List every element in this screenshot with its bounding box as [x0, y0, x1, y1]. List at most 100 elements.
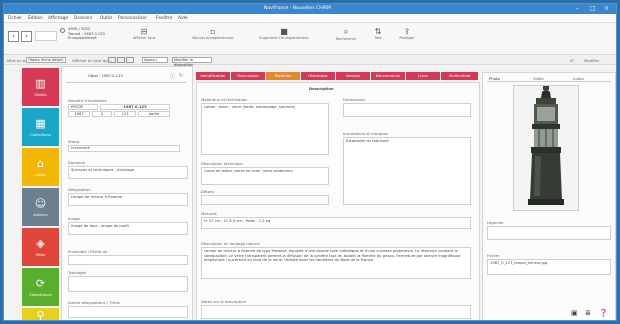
section-title: Description [309, 86, 334, 91]
show-all-button[interactable]: ⊟ Afficher tout [122, 27, 166, 40]
menu-item[interactable]: Affichage [48, 16, 68, 21]
summary-field[interactable]: Lampe de mineur à flamme de type Marsaut… [201, 247, 471, 279]
inscriptions-field[interactable]: Estampille du fabricant [343, 137, 471, 205]
sidebar-item-statistiques[interactable]: ⟳ Statistiques [22, 268, 59, 306]
object-photo[interactable] [513, 85, 579, 211]
part-field-3[interactable]: partie [138, 111, 170, 117]
refresh-icon[interactable]: ↻ [179, 73, 183, 79]
menu-item[interactable]: Fenêtre [156, 16, 172, 21]
form-view-icon[interactable] [108, 57, 116, 63]
list-icon[interactable]: ≣ [585, 309, 591, 317]
menu-item[interactable]: Fichier [8, 16, 22, 21]
toolbar: ‹ › 4950 / 3022 Trouvé : 1987.0.123 Enre… [4, 23, 616, 55]
domain-field[interactable]: Sciences et techniques ; éclairage [68, 166, 188, 179]
title-bar: Navifrance · Nouvelles CHIRM – □ × [4, 4, 616, 14]
next-record-button[interactable]: › [21, 31, 32, 42]
share-icon: ⇪ [403, 27, 411, 36]
boxes-icon: ▦ [35, 117, 46, 130]
menu-item[interactable]: Aide [178, 16, 188, 21]
legend-field[interactable] [487, 226, 611, 240]
layout-select[interactable]: Objets (fiche détail) [26, 57, 66, 63]
tab-photo[interactable]: Photo [489, 76, 500, 81]
plus-icon: ▫ [210, 27, 216, 36]
year-field[interactable]: 1987 [68, 111, 90, 117]
record-slider-icon[interactable] [60, 28, 65, 33]
media-tabs: Photo Vidéo Audio [487, 75, 611, 82]
dimensions-field[interactable] [343, 103, 471, 117]
close-icon[interactable]: × [604, 5, 609, 12]
inventory-number-field[interactable]: 1987.0.123 [100, 104, 170, 110]
sort-button[interactable]: ⇅ Trier [364, 27, 392, 40]
minimize-icon[interactable]: – [576, 5, 579, 12]
museum-icon: ▥ [35, 77, 46, 90]
technique-field[interactable]: Corps en laiton, tamis en acier, verre p… [201, 167, 329, 185]
edit-toolbar-link[interactable]: Modifier [584, 58, 599, 63]
new-record-button[interactable]: ▫ Nouvel enregistrement [188, 27, 238, 40]
tag-icon: ◈ [36, 237, 45, 250]
menu-item[interactable]: Édition [28, 16, 43, 21]
tab-identification[interactable]: Identification [196, 72, 230, 80]
camera-icon[interactable]: ▣ [571, 309, 578, 317]
tab-gestion[interactable]: Gestion [336, 72, 370, 80]
sidebar-item-mots[interactable]: ◈ Mots [22, 228, 59, 266]
materials-field[interactable]: Laiton ; acier ; verre (fonte, estampage… [201, 103, 329, 155]
menu-item[interactable]: Outils [100, 16, 112, 21]
status-field[interactable]: Inventorié [68, 145, 180, 152]
designation-field[interactable]: Lampe de mineur à flamme [68, 193, 188, 206]
detail-field[interactable] [201, 195, 329, 205]
measures-field[interactable]: H. 27 cm ; D. 8,5 cm ; Poids : 1,2 kg [201, 217, 471, 229]
record-number-input[interactable] [35, 31, 57, 41]
house-icon: ⌂ [37, 157, 44, 170]
tab-materiau[interactable]: Matériau [266, 72, 300, 80]
previous-record-button[interactable]: ‹ [8, 31, 19, 42]
find-button[interactable]: ⌕ Rechercher [326, 27, 366, 41]
edit-layout-button[interactable]: Modifier la disposition [172, 57, 212, 67]
other-designations-field[interactable] [68, 306, 188, 318]
menu-item[interactable]: Dossiers [74, 16, 92, 21]
find-icon: ⌕ [343, 27, 349, 36]
tab-multimedia[interactable]: Multimédia [441, 72, 478, 80]
person-icon: ☺ [34, 197, 47, 210]
cycle-icon: ⟳ [35, 277, 46, 290]
prefix-field[interactable]: PRCDE [68, 104, 98, 110]
format-label[interactable]: A² [570, 58, 574, 63]
description-panel: Description Matériaux et techniques Lait… [196, 82, 480, 320]
linked-objects-field[interactable] [68, 255, 188, 265]
preview-button[interactable]: Aperçu [142, 57, 168, 63]
delete-record-button[interactable]: ■ Supprimer l'enregistrement [254, 27, 314, 40]
part-field-1[interactable]: 0 [92, 111, 112, 117]
image-field[interactable]: Image de face ; image de profil [68, 222, 188, 235]
window-title: Navifrance · Nouvelles CHIRM [264, 6, 331, 11]
record-tabs: Identification Description Matériau Hist… [196, 72, 478, 80]
part-field-2[interactable]: 123 [114, 111, 136, 117]
module-sidebar: ▥ Objets ▦ Collections ⌂ Lieux ☺ Acteurs… [4, 66, 59, 320]
maximize-icon[interactable]: □ [590, 5, 596, 12]
sidebar-item-recherche[interactable]: ⚲ [22, 308, 59, 320]
media-panel: Photo Vidéo Audio Légende Fichier 1987_0… [482, 72, 616, 320]
help-icon[interactable]: ❓ [599, 309, 608, 317]
notes-field[interactable] [201, 305, 471, 319]
tab-mouvements[interactable]: Mouvements [371, 72, 405, 80]
record-header: Objet : 1987.0.123 ⓘ ↻ [66, 73, 186, 83]
menu-item[interactable]: Personnaliser [118, 16, 147, 21]
info-icon[interactable]: ⓘ [170, 73, 175, 80]
tab-video[interactable]: Vidéo [533, 76, 544, 81]
sidebar-item-acteurs[interactable]: ☺ Acteurs [22, 188, 59, 226]
share-button[interactable]: ⇪ Partager [392, 27, 422, 40]
record-identity-panel: Objet : 1987.0.123 ⓘ ↻ Numéro d'inventai… [61, 66, 193, 320]
sidebar-item-lieux[interactable]: ⌂ Lieux [22, 148, 59, 186]
record-info: 4950 / 3022 Trouvé : 1987.0.123 Enregist… [68, 27, 105, 41]
sidebar-item-objets[interactable]: ▥ Objets [22, 68, 59, 106]
tab-description[interactable]: Description [231, 72, 265, 80]
table-view-icon[interactable] [126, 57, 134, 63]
tab-audio[interactable]: Audio [573, 76, 584, 81]
list-view-icon[interactable] [117, 57, 125, 63]
sidebar-item-collections[interactable]: ▦ Collections [22, 108, 59, 146]
application-window: Navifrance · Nouvelles CHIRM – □ × Fichi… [3, 3, 617, 321]
layout-bar: Mise en page : Objets (fiche détail) Aff… [4, 56, 616, 67]
menu-bar: Fichier Édition Affichage Dossiers Outil… [4, 14, 616, 23]
tab-historique[interactable]: Historique [301, 72, 335, 80]
tab-liens[interactable]: Liens [406, 72, 440, 80]
file-field[interactable]: 1987_0_123_lampe_mineur.jpg [487, 259, 611, 275]
typology-field[interactable] [68, 276, 188, 292]
